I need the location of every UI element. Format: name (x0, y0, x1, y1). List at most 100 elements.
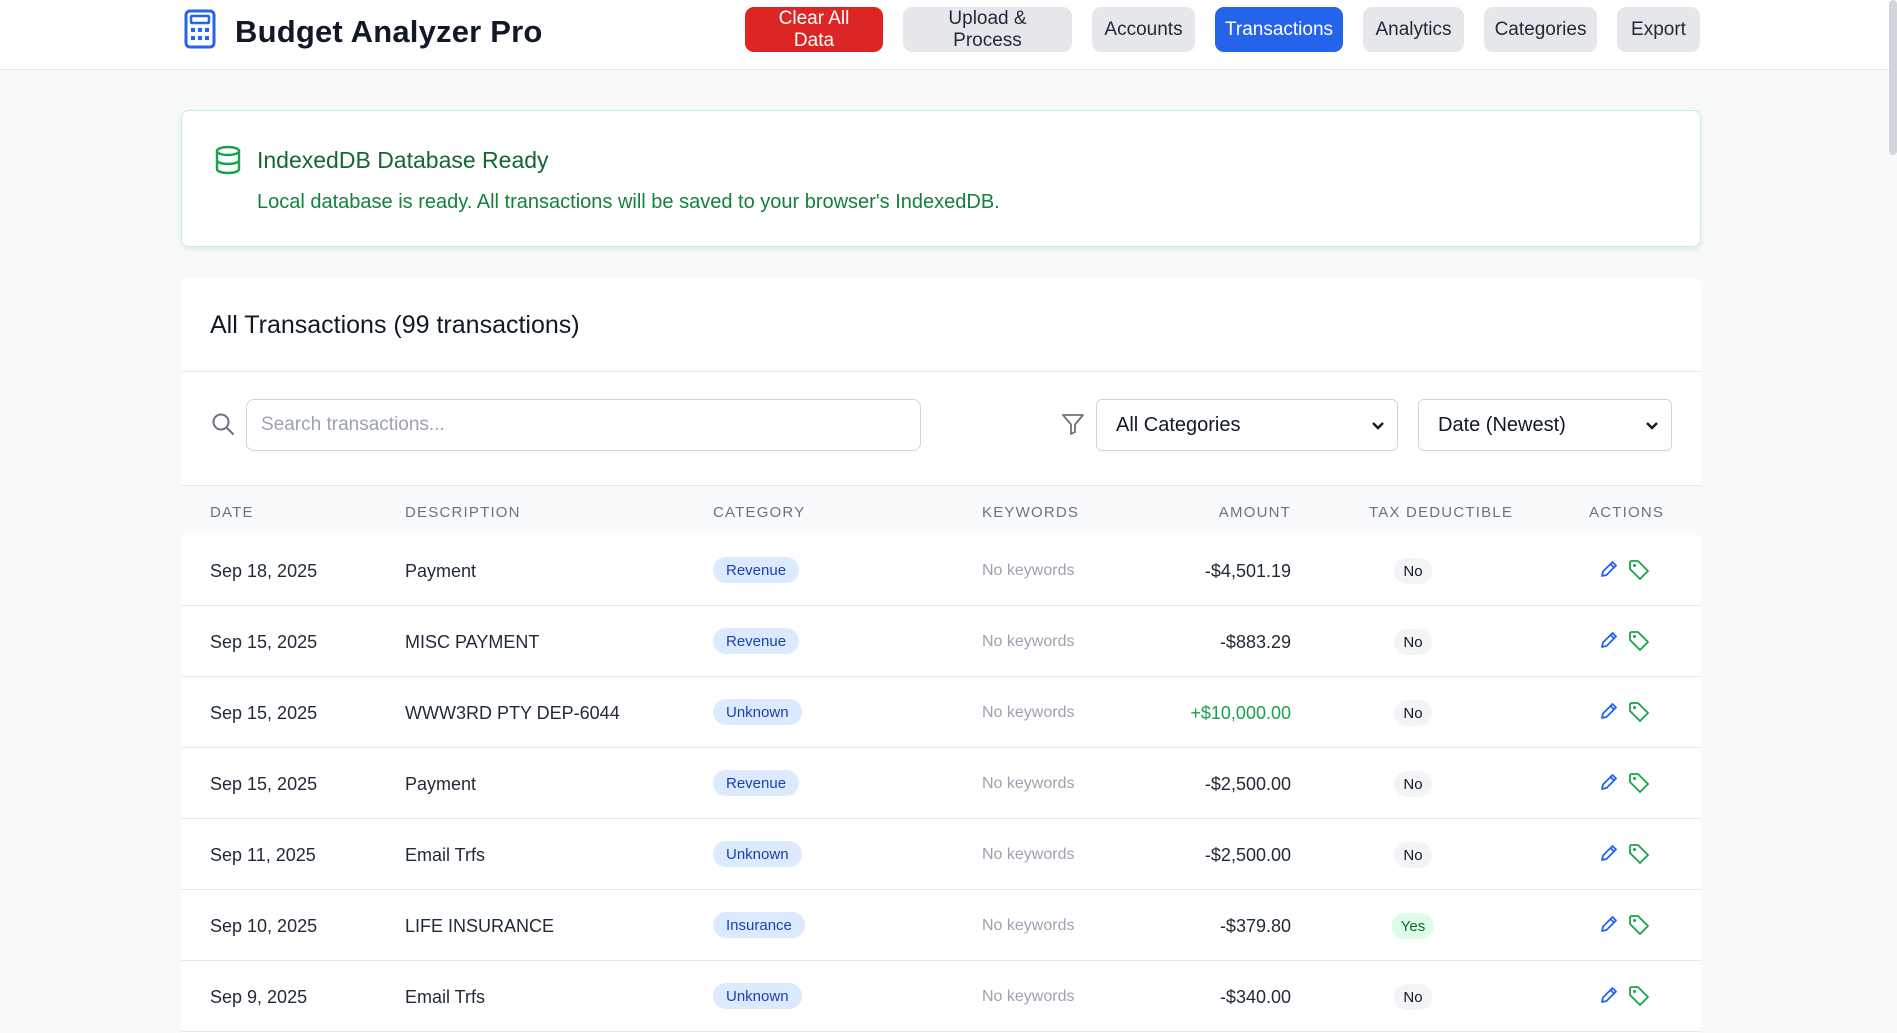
column-header-date[interactable]: DATE (210, 504, 254, 521)
cell-description: LIFE INSURANCE (405, 916, 555, 936)
table-row: Sep 11, 2025 Email Trfs Unknown No keywords… (181, 819, 1701, 890)
database-status-message: Local database is ready. All transaction… (257, 191, 1000, 213)
tag-icon[interactable] (1628, 559, 1650, 586)
pencil-icon[interactable] (1599, 985, 1619, 1010)
tax-deductible-badge[interactable]: Yes (1391, 913, 1435, 939)
transactions-panel: All Transactions (99 transactions) All C… (181, 277, 1701, 1033)
tag-icon[interactable] (1628, 914, 1650, 941)
tag-icon[interactable] (1628, 843, 1650, 870)
tag-icon[interactable] (1628, 630, 1650, 657)
cell-amount: -$4,501.19 (1204, 561, 1291, 581)
cell-date: Sep 15, 2025 (210, 632, 318, 652)
tab-accounts[interactable]: Accounts (1092, 7, 1195, 52)
pencil-icon[interactable] (1599, 843, 1619, 868)
tab-analytics[interactable]: Analytics (1363, 7, 1464, 52)
database-status-card: IndexedDB Database Ready Local database … (181, 110, 1701, 247)
cell-description: Email Trfs (405, 845, 486, 865)
cell-amount: -$2,500.00 (1204, 774, 1291, 794)
chevron-down-icon (1645, 414, 1659, 437)
cell-amount: -$2,500.00 (1204, 845, 1291, 865)
tax-deductible-badge[interactable]: No (1394, 984, 1432, 1010)
pencil-icon[interactable] (1599, 559, 1619, 584)
database-status-title: IndexedDB Database Ready (257, 147, 549, 173)
cell-date: Sep 15, 2025 (210, 703, 318, 723)
app-title: Budget Analyzer Pro (235, 13, 543, 49)
category-badge[interactable]: Unknown (713, 983, 802, 1009)
column-header-category[interactable]: CATEGORY (713, 504, 805, 521)
table-row: Sep 15, 2025 MISC PAYMENT Revenue No keywor… (181, 606, 1701, 677)
filter-icon (1061, 412, 1085, 441)
cell-keywords: No keywords (982, 775, 1075, 792)
brand: Budget Analyzer Pro (183, 9, 543, 54)
export-button[interactable]: Export (1617, 7, 1700, 52)
column-header-tax-deductible[interactable]: TAX DEDUCTIBLE (1369, 504, 1513, 521)
column-header-amount[interactable]: AMOUNT (1219, 504, 1291, 521)
cell-description: MISC PAYMENT (405, 632, 540, 652)
main-nav: Clear All Data Upload & Process Accounts… (745, 7, 1700, 52)
cell-date: Sep 18, 2025 (210, 561, 318, 581)
tab-transactions[interactable]: Transactions (1215, 7, 1343, 52)
category-badge[interactable]: Revenue (713, 557, 800, 583)
category-badge[interactable]: Insurance (713, 912, 805, 938)
page-title: All Transactions (99 transactions) (210, 311, 580, 339)
transactions-header: All Transactions (99 transactions) (181, 277, 1701, 372)
table-row: Sep 15, 2025 Payment Revenue No keywords -$2… (181, 748, 1701, 819)
category-badge[interactable]: Revenue (713, 770, 800, 796)
tab-categories[interactable]: Categories (1484, 7, 1597, 52)
upload-process-button[interactable]: Upload & Process (903, 7, 1072, 52)
search-input[interactable] (246, 399, 921, 451)
filters-bar: All Categories Date (Newest) (181, 372, 1701, 486)
cell-keywords: No keywords (982, 704, 1075, 721)
cell-description: Payment (405, 561, 477, 581)
category-badge[interactable]: Revenue (713, 628, 800, 654)
cell-amount: -$340.00 (1219, 987, 1291, 1007)
pencil-icon[interactable] (1599, 772, 1619, 797)
cell-description: Payment (405, 774, 477, 794)
table-row: Sep 10, 2025 LIFE INSURANCE Insurance No ke… (181, 890, 1701, 961)
column-header-keywords[interactable]: KEYWORDS (982, 504, 1079, 521)
cell-amount: -$379.80 (1219, 916, 1291, 936)
cell-amount: +$10,000.00 (1190, 703, 1291, 723)
cell-keywords: No keywords (982, 562, 1075, 579)
tax-deductible-badge[interactable]: No (1394, 629, 1432, 655)
sort-value: Date (Newest) (1438, 413, 1566, 436)
category-badge[interactable]: Unknown (713, 841, 802, 867)
cell-keywords: No keywords (982, 917, 1075, 934)
column-header-actions: ACTIONS (1589, 504, 1665, 521)
sort-select[interactable]: Date (Newest) (1418, 399, 1672, 451)
cell-keywords: No keywords (982, 988, 1075, 1005)
category-filter-value: All Categories (1116, 413, 1241, 436)
tax-deductible-badge[interactable]: No (1394, 558, 1432, 584)
clear-all-data-button[interactable]: Clear All Data (745, 7, 883, 52)
table-row: Sep 15, 2025 WWW3RD PTY DEP-6044 Unknown No… (181, 677, 1701, 748)
pencil-icon[interactable] (1599, 630, 1619, 655)
chevron-down-icon (1371, 414, 1385, 437)
tag-icon[interactable] (1628, 985, 1650, 1012)
cell-amount: -$883.29 (1219, 632, 1291, 652)
cell-keywords: No keywords (982, 846, 1075, 863)
tax-deductible-badge[interactable]: No (1394, 700, 1432, 726)
cell-date: Sep 15, 2025 (210, 774, 318, 794)
table-row: Sep 9, 2025 Email Trfs Unknown No keywords -… (181, 961, 1701, 1032)
cell-date: Sep 10, 2025 (210, 916, 318, 936)
tax-deductible-badge[interactable]: No (1394, 771, 1432, 797)
tag-icon[interactable] (1628, 772, 1650, 799)
pencil-icon[interactable] (1599, 914, 1619, 939)
cell-date: Sep 11, 2025 (210, 845, 316, 865)
category-badge[interactable]: Unknown (713, 699, 802, 725)
table-header: DATE DESCRIPTION CATEGORY KEYWORDS AMOUN… (181, 486, 1701, 535)
page-scrollbar[interactable] (1889, 0, 1897, 155)
top-navigation-bar: Budget Analyzer Pro Clear All Data Uploa… (0, 0, 1897, 155)
cell-description: Email Trfs (405, 987, 486, 1007)
tax-deductible-badge[interactable]: No (1394, 842, 1432, 868)
column-header-description[interactable]: DESCRIPTION (405, 504, 521, 521)
tag-icon[interactable] (1628, 701, 1650, 728)
cell-date: Sep 9, 2025 (210, 987, 308, 1007)
cell-keywords: No keywords (982, 633, 1075, 650)
search-icon (211, 412, 235, 441)
pencil-icon[interactable] (1599, 701, 1619, 726)
cell-description: WWW3RD PTY DEP-6044 (405, 703, 620, 723)
table-row: Sep 18, 2025 Payment Revenue No keywords -$4… (181, 535, 1701, 606)
calculator-icon (183, 9, 217, 54)
category-filter-select[interactable]: All Categories (1096, 399, 1398, 451)
